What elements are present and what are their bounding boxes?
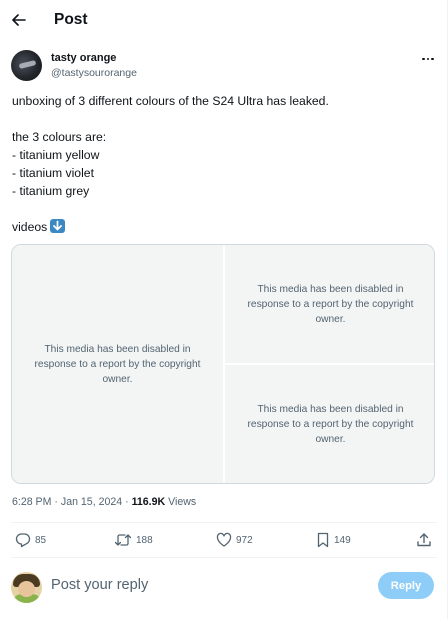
tweet-text: unboxing of 3 different colours of the S…	[12, 92, 432, 236]
meta-separator: ·	[125, 496, 129, 508]
author-avatar[interactable]	[11, 50, 42, 81]
divider	[11, 522, 437, 523]
reply-button[interactable]: 85	[15, 531, 46, 549]
tweet-line: - titanium violet	[12, 166, 94, 180]
media-tile-bottom-right[interactable]: This media has been disabled in response…	[225, 365, 434, 483]
bookmark-count: 149	[334, 534, 351, 546]
post-metadata: 6:28 PM · Jan 15, 2024 · 116.9K Views	[12, 496, 196, 508]
share-upload-icon	[417, 533, 431, 547]
media-tile-left[interactable]: This media has been disabled in response…	[12, 245, 223, 483]
divider	[11, 557, 437, 558]
views-label: Views	[168, 496, 197, 508]
down-arrow-emoji-icon	[50, 219, 66, 233]
repost-button[interactable]: 188	[114, 531, 153, 549]
share-button[interactable]	[416, 531, 432, 549]
like-count: 972	[236, 534, 253, 546]
more-horizontal-icon	[422, 57, 434, 61]
tweet-line-videos: videos	[12, 218, 432, 236]
bookmark-icon	[317, 532, 329, 548]
media-disabled-message: This media has been disabled in response…	[34, 343, 201, 385]
author-handle[interactable]: @tastysourorange	[51, 67, 137, 79]
arrow-left-icon	[12, 14, 26, 26]
repost-count: 188	[136, 534, 153, 546]
repost-arrows-icon	[114, 534, 132, 546]
media-disabled-message: This media has been disabled in response…	[247, 403, 414, 445]
tweet-line: unboxing of 3 different colours of the S…	[12, 94, 329, 108]
reply-count: 85	[35, 534, 47, 546]
tweet-line: the 3 colours are:	[12, 130, 107, 144]
page-title: Post	[54, 11, 88, 28]
meta-separator: ·	[54, 496, 58, 508]
media-tile-top-right[interactable]: This media has been disabled in response…	[225, 245, 434, 363]
action-bar: 85 188 972 149	[0, 527, 448, 553]
reply-submit-button[interactable]: Reply	[378, 572, 434, 599]
heart-icon	[216, 532, 232, 547]
tweet-line: - titanium grey	[12, 184, 90, 198]
reply-input[interactable]: Post your reply	[51, 575, 361, 595]
views-count: 116.9K	[131, 496, 166, 508]
tweet-line: - titanium yellow	[12, 148, 100, 162]
top-bar: Post	[0, 0, 448, 42]
tweet-line	[12, 200, 432, 218]
current-user-avatar[interactable]	[11, 572, 42, 603]
speech-bubble-icon	[15, 533, 31, 548]
back-button[interactable]	[9, 10, 29, 30]
post-time[interactable]: 6:28 PM	[12, 496, 51, 508]
tweet-line-text: videos	[12, 220, 48, 234]
post-date[interactable]: Jan 15, 2024	[61, 496, 122, 508]
bookmark-button[interactable]: 149	[316, 531, 351, 549]
media-grid: This media has been disabled in response…	[11, 244, 435, 484]
more-options-button[interactable]	[418, 52, 438, 66]
media-disabled-message: This media has been disabled in response…	[247, 283, 414, 325]
author-name[interactable]: tasty orange	[51, 52, 116, 64]
tweet-line	[12, 110, 432, 128]
like-button[interactable]: 972	[216, 531, 253, 549]
